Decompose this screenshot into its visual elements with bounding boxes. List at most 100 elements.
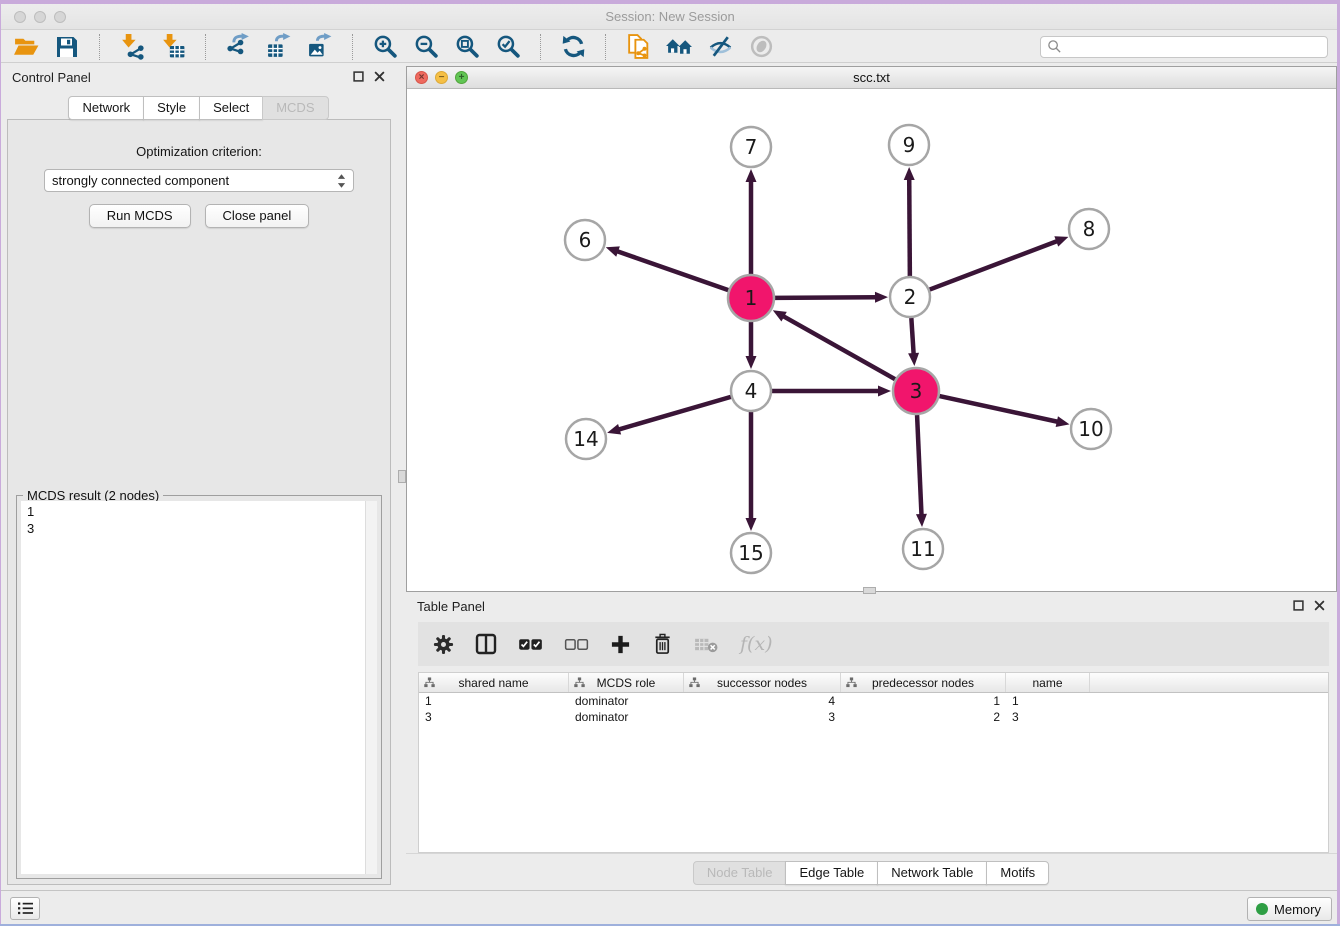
table-cell[interactable]: 4 — [684, 693, 841, 709]
table-cell[interactable]: 1 — [841, 693, 1006, 709]
graph-edge-arrowhead — [878, 386, 891, 397]
run-mcds-button[interactable]: Run MCDS — [89, 204, 191, 228]
select-all-icon[interactable] — [518, 636, 543, 653]
table-cell[interactable]: 3 — [419, 709, 569, 725]
graph-edge-2-9[interactable] — [909, 178, 910, 276]
graph-node-label: 2 — [904, 285, 917, 309]
tab-node-table[interactable]: Node Table — [693, 861, 787, 885]
column-header-shared-name[interactable]: shared name — [419, 673, 569, 692]
graph-edge-arrowhead — [746, 518, 757, 531]
network-view-titlebar[interactable]: × − + scc.txt — [407, 67, 1336, 89]
tab-network-table[interactable]: Network Table — [877, 861, 987, 885]
table-cell[interactable]: dominator — [569, 709, 684, 725]
graph-edge-4-14[interactable] — [618, 397, 731, 430]
graph-edge-1-6[interactable] — [616, 251, 728, 290]
gear-icon[interactable] — [433, 634, 454, 655]
close-panel-button[interactable]: Close panel — [205, 204, 310, 228]
hide-network-eye-icon[interactable] — [706, 33, 734, 61]
add-icon[interactable] — [610, 634, 631, 655]
graph-edge-1-2[interactable] — [775, 297, 877, 298]
graph-edge-3-1[interactable] — [782, 316, 895, 380]
open-file-icon[interactable] — [12, 33, 40, 61]
table-cell[interactable]: dominator — [569, 693, 684, 709]
graph-edge-arrowhead — [606, 246, 620, 256]
graph-node-label: 10 — [1078, 417, 1103, 441]
table-cell[interactable]: 1 — [419, 693, 569, 709]
refresh-icon[interactable] — [559, 33, 587, 61]
column-header-MCDS-role[interactable]: MCDS role — [569, 673, 684, 692]
export-network-icon[interactable] — [224, 33, 252, 61]
close-panel-icon[interactable] — [374, 71, 386, 83]
graph-edge-arrowhead — [875, 292, 888, 303]
graph-edge-arrowhead — [1054, 236, 1068, 246]
graph-edge-arrowhead — [607, 424, 621, 435]
titlebar: Session: New Session — [0, 4, 1340, 30]
zoom-out-icon[interactable] — [412, 33, 440, 61]
table-tabs: Node TableEdge TableNetwork TableMotifs — [406, 861, 1337, 885]
tab-motifs[interactable]: Motifs — [986, 861, 1049, 885]
column-type-icon — [689, 677, 700, 688]
tab-network[interactable]: Network — [68, 96, 144, 120]
table-row[interactable]: 1dominator411 — [419, 693, 1328, 709]
graph-edge-2-3[interactable] — [911, 318, 913, 355]
graph-node-label: 9 — [903, 133, 916, 157]
duplicate-network-icon[interactable] — [624, 33, 652, 61]
window-border-left — [0, 0, 1, 926]
status-bar: Memory — [0, 890, 1340, 926]
export-table-icon[interactable] — [265, 33, 293, 61]
float-panel-icon[interactable] — [353, 71, 365, 83]
splitter-grip-vertical[interactable] — [398, 470, 406, 483]
column-type-icon — [424, 677, 435, 688]
export-image-icon[interactable] — [306, 33, 334, 61]
table-header: shared nameMCDS rolesuccessor nodesprede… — [419, 673, 1328, 693]
deselect-all-icon[interactable] — [564, 636, 589, 653]
network-eye-disabled-icon[interactable] — [747, 33, 775, 61]
table-cell[interactable]: 2 — [841, 709, 1006, 725]
zoom-selected-icon[interactable] — [494, 33, 522, 61]
memory-status-icon — [1256, 903, 1268, 915]
search-box[interactable] — [1040, 36, 1328, 58]
task-list-button[interactable] — [10, 897, 40, 920]
tab-style[interactable]: Style — [143, 96, 200, 120]
result-scrollbar[interactable] — [365, 501, 377, 874]
network-graph[interactable]: 1234678910111415 — [407, 90, 1336, 592]
toolbar-separator — [605, 34, 606, 60]
table-cell[interactable]: 3 — [1006, 709, 1090, 725]
table-toolbar: f(x) — [418, 622, 1329, 666]
search-input[interactable] — [1066, 39, 1321, 54]
import-network-icon[interactable] — [118, 33, 146, 61]
mcds-result-text[interactable]: 1 3 — [21, 501, 377, 539]
zoom-in-icon[interactable] — [371, 33, 399, 61]
graph-edge-2-8[interactable] — [930, 241, 1059, 290]
network-canvas[interactable]: 1234678910111415 — [407, 90, 1336, 591]
table-cell[interactable]: 3 — [684, 709, 841, 725]
criterion-select[interactable]: strongly connected component — [44, 169, 354, 192]
zoom-fit-icon[interactable] — [453, 33, 481, 61]
splitter-grip-horizontal[interactable] — [863, 587, 876, 594]
columns-icon[interactable] — [475, 633, 497, 655]
graph-edge-3-10[interactable] — [939, 396, 1058, 422]
table-row[interactable]: 3dominator323 — [419, 709, 1328, 725]
criterion-value: strongly connected component — [52, 173, 229, 188]
memory-button[interactable]: Memory — [1247, 897, 1332, 921]
column-header-name[interactable]: name — [1006, 673, 1090, 692]
trash-icon[interactable] — [652, 633, 673, 655]
chevron-updown-icon — [337, 173, 346, 189]
tab-mcds[interactable]: MCDS — [262, 96, 328, 120]
column-header-predecessor-nodes[interactable]: predecessor nodes — [841, 673, 1006, 692]
close-panel-icon[interactable] — [1314, 600, 1326, 612]
float-panel-icon[interactable] — [1293, 600, 1305, 612]
function-icon: f(x) — [740, 633, 773, 655]
graph-node-label: 14 — [573, 427, 598, 451]
column-header-successor-nodes[interactable]: successor nodes — [684, 673, 841, 692]
import-table-icon[interactable] — [159, 33, 187, 61]
graph-edge-3-11[interactable] — [917, 415, 921, 516]
network-view-window: × − + scc.txt 1234678910111415 — [406, 66, 1337, 592]
tab-select[interactable]: Select — [199, 96, 263, 120]
table-cell[interactable]: 1 — [1006, 693, 1090, 709]
home-icon[interactable] — [665, 33, 693, 61]
graph-node-label: 6 — [579, 228, 592, 252]
tab-edge-table[interactable]: Edge Table — [785, 861, 878, 885]
graph-node-label: 1 — [745, 286, 758, 310]
save-session-icon[interactable] — [53, 33, 81, 61]
